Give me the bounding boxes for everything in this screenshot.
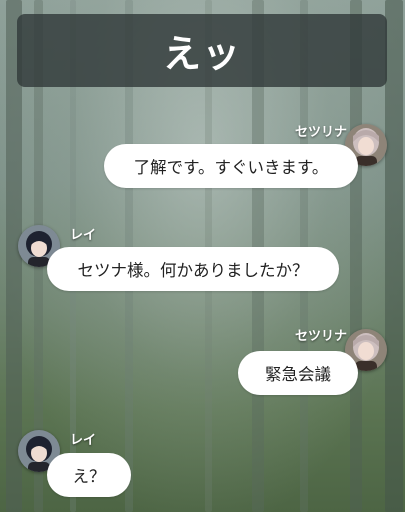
message-bubble: セツナ様。何かありましたか？ — [47, 247, 339, 291]
tree-trunk — [385, 0, 403, 512]
chat-title-banner: えッ — [17, 14, 387, 87]
sender-name: セツリナ — [294, 125, 347, 140]
sender-name: レイ — [70, 433, 97, 448]
chat-title: えッ — [162, 32, 241, 76]
sender-name: レイ — [70, 228, 97, 243]
message-bubble: え？ — [47, 453, 131, 497]
message-bubble: 了解です。すぐいきます。 — [104, 144, 358, 188]
message-bubble: 緊急会議 — [238, 351, 358, 395]
sender-name: セツリナ — [294, 329, 347, 344]
